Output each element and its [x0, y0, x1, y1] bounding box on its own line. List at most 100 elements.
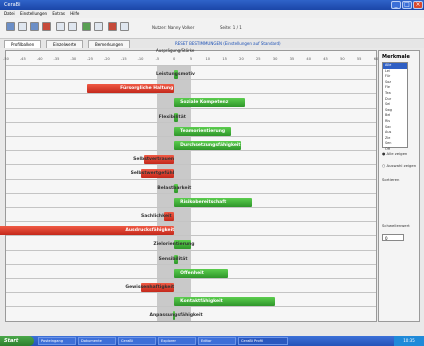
option-all-radio[interactable]: ● Alle zeigen	[382, 151, 407, 156]
x-tick-label: 45	[323, 57, 328, 61]
bar-label: Teamorientierung	[180, 128, 226, 134]
tools-icon[interactable]	[108, 22, 117, 31]
bar-label: Risikobereitschaft	[180, 199, 227, 205]
bar-label: Kontaktfähigkeit	[180, 299, 223, 305]
menu-einstellungen[interactable]: Einstellungen	[20, 11, 47, 16]
bar-label: Sachlichkeit	[140, 214, 172, 219]
x-tick-label: 25	[255, 57, 261, 61]
save-icon[interactable]	[18, 22, 27, 31]
chart-row: Teamorientierung	[6, 121, 376, 137]
chart-row: Leistungsmotiv	[6, 65, 376, 80]
reset-link[interactable]: RESET BESTIMMUNGEN (Einstellungen auf St…	[175, 41, 281, 46]
bar-label: Offenheit	[180, 270, 204, 276]
open-icon[interactable]	[6, 22, 15, 31]
window-title: CeraBi	[4, 2, 21, 8]
chart-row: Sachlichkeit	[6, 207, 376, 222]
bar-label: Selbstvertrauen	[133, 157, 175, 163]
menu-extras[interactable]: Extras	[52, 11, 65, 16]
option-all-label: Alle zeigen	[386, 151, 408, 156]
task-item-active[interactable]: CeraBi Profil	[238, 337, 288, 345]
chart-row: Sensibilität	[6, 249, 376, 265]
chart-row: Soziale Kompetenz	[6, 93, 376, 108]
bar-label: Belastbarkeit	[157, 185, 192, 191]
chart-icon[interactable]	[82, 22, 91, 31]
help-icon[interactable]	[120, 22, 129, 31]
x-tick-label: 50	[340, 57, 345, 61]
toolbar: Nutzer: Nanny Volker Seite: 1 / 1	[0, 18, 424, 39]
x-tick-label: 55	[356, 57, 362, 61]
table-icon[interactable]	[56, 22, 65, 31]
chart-row: Selbstvertrauen	[6, 150, 376, 165]
profile-bar-chart: Ausprägung/Stärke -50 -45 -40 -35 -30 -25 -20-…	[0, 48, 378, 322]
x-tick-label: -5	[155, 57, 160, 61]
x-tick-label: -35	[53, 57, 60, 61]
option-selection-label: Auswahl zeigen	[386, 163, 417, 168]
bar-label: Flexibilität	[158, 114, 186, 120]
x-tick-label: -25	[87, 57, 94, 61]
menu-bar: Datei Einstellungen Extras Hilfe	[0, 10, 424, 18]
tab-einzelwerte[interactable]: Einzelwerte	[46, 40, 84, 48]
task-item[interactable]: Explorer	[158, 337, 196, 345]
task-item[interactable]: Dokumente	[78, 337, 116, 345]
maximize-button[interactable]: □	[402, 1, 412, 9]
close-button[interactable]: ×	[413, 1, 423, 9]
threshold-spinner[interactable]: 0	[382, 234, 404, 241]
chart-row: Flexibilität	[6, 107, 376, 123]
minimize-button[interactable]: _	[391, 1, 401, 9]
bar-label: Durchsetzungsfähigkeit	[180, 143, 241, 148]
menu-datei[interactable]: Datei	[4, 11, 15, 16]
x-tick-label: 30	[272, 57, 278, 61]
x-tick-label: -30	[70, 57, 77, 61]
chart-row: Durchsetzungsfähigkeit	[6, 136, 376, 151]
x-tick-label: 5	[189, 57, 193, 61]
chart-row: Anpassungsfähigkeit	[6, 306, 376, 321]
user-label: Nutzer: Nanny Volker	[152, 25, 195, 30]
x-tick-label: 15	[222, 57, 227, 61]
x-tick-label: 40	[306, 57, 312, 61]
chart-row: Selbstwertgefühl	[6, 164, 376, 179]
x-tick-label: -10	[137, 57, 144, 61]
x-tick-label: -20	[103, 57, 110, 61]
taskbar: Start Posteingang Dokumente CeraBi Explo…	[0, 336, 424, 346]
print-icon[interactable]	[30, 22, 39, 31]
bar-label: Sensibilität	[158, 256, 188, 262]
bar-label: Zielorientierung	[153, 242, 195, 248]
bar-label: Gewissenhaftigkeit	[125, 285, 175, 290]
chart-row: Offenheit	[6, 263, 376, 279]
option-selection-radio[interactable]: ○ Auswahl zeigen	[382, 163, 416, 168]
grid-icon[interactable]	[68, 22, 77, 31]
bar-label: Leistungsmotiv	[155, 72, 195, 77]
chart-row: Gewissenhaftigkeit	[6, 278, 376, 293]
bar-label: Soziale Kompetenz	[180, 100, 229, 106]
feature-list[interactable]: Alle Lei Für Soz Fle Tea Dur Sel Swg Bel Ris Sac Aus…	[382, 62, 408, 151]
task-item[interactable]: Editor	[198, 337, 236, 345]
x-tick-label: -45	[19, 57, 26, 61]
tab-strip: Profilbalken Einzelwerte Bemerkungen RES…	[0, 39, 424, 48]
zoom-icon[interactable]	[94, 22, 103, 31]
sort-label[interactable]: Sortieren	[382, 177, 399, 182]
chart-row: Kontaktfähigkeit	[6, 292, 376, 307]
bar-label: Fürsorgliche Haltung	[120, 86, 174, 92]
delete-icon[interactable]	[42, 22, 51, 31]
task-item[interactable]: CeraBi	[118, 337, 156, 345]
title-bar: CeraBi _ □ ×	[0, 0, 424, 10]
bar-label: Selbstwertgefühl	[130, 171, 175, 177]
x-tick-label: 10	[205, 57, 211, 61]
system-clock: 10:35	[394, 336, 424, 346]
x-tick-label: 35	[289, 57, 295, 61]
x-tick-label: -50	[3, 57, 9, 61]
x-axis-ticks: -50 -45 -40 -35 -30 -25 -20 -15 -10 -5 0 5 10 15 20 25 3…	[3, 57, 378, 63]
task-item[interactable]: Posteingang	[38, 337, 76, 345]
scale-label: Ausprägung/Stärke	[156, 48, 195, 53]
tab-profilbalken[interactable]: Profilbalken	[4, 40, 42, 48]
panel-title: Merkmale	[382, 54, 410, 60]
x-tick-label: 0	[173, 57, 176, 61]
x-tick-label: -15	[120, 57, 127, 61]
tab-bemerkungen[interactable]: Bemerkungen	[88, 40, 131, 48]
menu-hilfe[interactable]: Hilfe	[70, 11, 79, 16]
chart-row: Belastbarkeit	[6, 178, 376, 194]
feature-panel: Merkmale Alle Lei Für Soz Fle Tea Dur Sel Swg Bel…	[378, 50, 420, 322]
x-tick-label: -40	[36, 57, 43, 61]
start-button[interactable]: Start	[0, 336, 34, 346]
x-tick-label: 20	[239, 57, 244, 61]
